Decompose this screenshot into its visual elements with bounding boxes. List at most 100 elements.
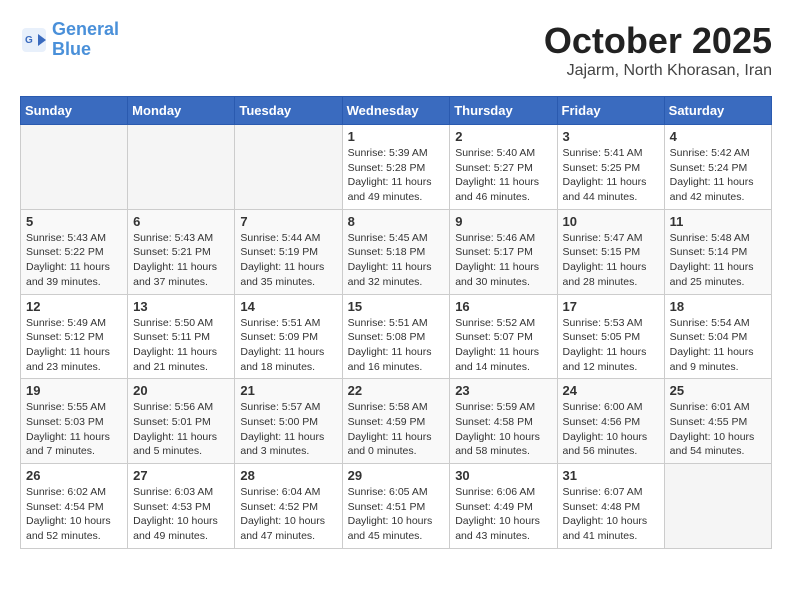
calendar-week-row: 1Sunrise: 5:39 AM Sunset: 5:28 PM Daylig… [21,125,772,210]
calendar-cell: 23 Sunrise: 5:59 AM Sunset: 4:58 PM Dayli… [450,379,557,464]
calendar-week-row: 5 Sunrise: 5:43 AM Sunset: 5:22 PM Daylig… [21,209,772,294]
calendar-cell [664,464,771,549]
calendar-cell [21,125,128,210]
day-info: Sunrise: 5:53 AM Sunset: 5:05 PM Dayligh… [563,316,659,375]
day-info: Sunrise: 6:01 AM Sunset: 4:55 PM Dayligh… [670,400,766,459]
day-number: 6 [133,214,229,229]
calendar-cell: 1Sunrise: 5:39 AM Sunset: 5:28 PM Daylig… [342,125,450,210]
day-number: 23 [455,383,551,398]
day-number: 5 [26,214,122,229]
calendar-cell: 7 Sunrise: 5:44 AM Sunset: 5:19 PM Daylig… [235,209,342,294]
day-number: 24 [563,383,659,398]
calendar-cell: 27 Sunrise: 6:03 AM Sunset: 4:53 PM Dayli… [128,464,235,549]
day-info: Sunrise: 5:49 AM Sunset: 5:12 PM Dayligh… [26,316,122,375]
day-info: Sunrise: 5:54 AM Sunset: 5:04 PM Dayligh… [670,316,766,375]
calendar-cell: 29 Sunrise: 6:05 AM Sunset: 4:51 PM Dayli… [342,464,450,549]
day-number: 31 [563,468,659,483]
day-number: 30 [455,468,551,483]
weekday-header-thursday: Thursday [450,97,557,125]
day-info: Sunrise: 5:55 AM Sunset: 5:03 PM Dayligh… [26,400,122,459]
day-number: 29 [348,468,445,483]
calendar-cell: 22Sunrise: 5:58 AM Sunset: 4:59 PM Dayli… [342,379,450,464]
calendar-cell: 10Sunrise: 5:47 AM Sunset: 5:15 PM Dayli… [557,209,664,294]
day-info: Sunrise: 6:02 AM Sunset: 4:54 PM Dayligh… [26,485,122,544]
calendar-cell [235,125,342,210]
weekday-header-wednesday: Wednesday [342,97,450,125]
day-number: 17 [563,299,659,314]
day-info: Sunrise: 6:05 AM Sunset: 4:51 PM Dayligh… [348,485,445,544]
day-info: Sunrise: 5:56 AM Sunset: 5:01 PM Dayligh… [133,400,229,459]
day-number: 18 [670,299,766,314]
calendar-cell: 4Sunrise: 5:42 AM Sunset: 5:24 PM Daylig… [664,125,771,210]
day-number: 14 [240,299,336,314]
calendar-cell: 24 Sunrise: 6:00 AM Sunset: 4:56 PM Dayli… [557,379,664,464]
calendar-cell: 28 Sunrise: 6:04 AM Sunset: 4:52 PM Dayli… [235,464,342,549]
title-block: October 2025 Jajarm, North Khorasan, Ira… [544,20,772,80]
day-info: Sunrise: 6:04 AM Sunset: 4:52 PM Dayligh… [240,485,336,544]
calendar-cell: 21 Sunrise: 5:57 AM Sunset: 5:00 PM Dayli… [235,379,342,464]
logo-icon: G [20,26,48,54]
day-info: Sunrise: 5:50 AM Sunset: 5:11 PM Dayligh… [133,316,229,375]
day-info: Sunrise: 5:52 AM Sunset: 5:07 PM Dayligh… [455,316,551,375]
day-number: 7 [240,214,336,229]
day-number: 3 [563,129,659,144]
weekday-header-row: SundayMondayTuesdayWednesdayThursdayFrid… [21,97,772,125]
weekday-header-saturday: Saturday [664,97,771,125]
day-info: Sunrise: 5:39 AM Sunset: 5:28 PM Dayligh… [348,146,445,205]
day-number: 8 [348,214,445,229]
day-number: 20 [133,383,229,398]
day-number: 10 [563,214,659,229]
month-title: October 2025 [544,20,772,62]
day-info: Sunrise: 5:51 AM Sunset: 5:08 PM Dayligh… [348,316,445,375]
calendar-cell: 31 Sunrise: 6:07 AM Sunset: 4:48 PM Dayli… [557,464,664,549]
day-number: 9 [455,214,551,229]
calendar-cell: 19 Sunrise: 5:55 AM Sunset: 5:03 PM Dayli… [21,379,128,464]
day-info: Sunrise: 6:00 AM Sunset: 4:56 PM Dayligh… [563,400,659,459]
day-number: 12 [26,299,122,314]
calendar-cell: 3 Sunrise: 5:41 AM Sunset: 5:25 PM Daylig… [557,125,664,210]
day-number: 19 [26,383,122,398]
location-title: Jajarm, North Khorasan, Iran [544,62,772,80]
page-header: G GeneralBlue October 2025 Jajarm, North… [20,20,772,80]
weekday-header-tuesday: Tuesday [235,97,342,125]
calendar-cell: 15 Sunrise: 5:51 AM Sunset: 5:08 PM Dayli… [342,294,450,379]
calendar-cell: 25 Sunrise: 6:01 AM Sunset: 4:55 PM Dayli… [664,379,771,464]
weekday-header-friday: Friday [557,97,664,125]
day-info: Sunrise: 5:40 AM Sunset: 5:27 PM Dayligh… [455,146,551,205]
day-number: 21 [240,383,336,398]
day-info: Sunrise: 5:42 AM Sunset: 5:24 PM Dayligh… [670,146,766,205]
day-info: Sunrise: 5:45 AM Sunset: 5:18 PM Dayligh… [348,231,445,290]
weekday-header-monday: Monday [128,97,235,125]
svg-text:G: G [25,35,33,46]
calendar-cell: 5 Sunrise: 5:43 AM Sunset: 5:22 PM Daylig… [21,209,128,294]
calendar-cell: 20 Sunrise: 5:56 AM Sunset: 5:01 PM Dayli… [128,379,235,464]
day-info: Sunrise: 5:43 AM Sunset: 5:22 PM Dayligh… [26,231,122,290]
day-info: Sunrise: 5:59 AM Sunset: 4:58 PM Dayligh… [455,400,551,459]
day-info: Sunrise: 5:46 AM Sunset: 5:17 PM Dayligh… [455,231,551,290]
calendar-week-row: 12 Sunrise: 5:49 AM Sunset: 5:12 PM Dayli… [21,294,772,379]
calendar-cell: 26 Sunrise: 6:02 AM Sunset: 4:54 PM Dayli… [21,464,128,549]
calendar-cell: 17 Sunrise: 5:53 AM Sunset: 5:05 PM Dayli… [557,294,664,379]
day-info: Sunrise: 5:44 AM Sunset: 5:19 PM Dayligh… [240,231,336,290]
day-number: 11 [670,214,766,229]
calendar-cell: 2Sunrise: 5:40 AM Sunset: 5:27 PM Daylig… [450,125,557,210]
calendar-table: SundayMondayTuesdayWednesdayThursdayFrid… [20,96,772,549]
day-number: 27 [133,468,229,483]
calendar-cell: 30 Sunrise: 6:06 AM Sunset: 4:49 PM Dayli… [450,464,557,549]
calendar-week-row: 19 Sunrise: 5:55 AM Sunset: 5:03 PM Dayli… [21,379,772,464]
day-number: 15 [348,299,445,314]
day-info: Sunrise: 6:07 AM Sunset: 4:48 PM Dayligh… [563,485,659,544]
day-number: 26 [26,468,122,483]
day-number: 28 [240,468,336,483]
day-info: Sunrise: 6:06 AM Sunset: 4:49 PM Dayligh… [455,485,551,544]
day-info: Sunrise: 5:41 AM Sunset: 5:25 PM Dayligh… [563,146,659,205]
day-info: Sunrise: 5:57 AM Sunset: 5:00 PM Dayligh… [240,400,336,459]
day-info: Sunrise: 6:03 AM Sunset: 4:53 PM Dayligh… [133,485,229,544]
calendar-cell: 14Sunrise: 5:51 AM Sunset: 5:09 PM Dayli… [235,294,342,379]
day-number: 25 [670,383,766,398]
calendar-cell: 9 Sunrise: 5:46 AM Sunset: 5:17 PM Daylig… [450,209,557,294]
day-info: Sunrise: 5:48 AM Sunset: 5:14 PM Dayligh… [670,231,766,290]
day-number: 22 [348,383,445,398]
calendar-cell: 8 Sunrise: 5:45 AM Sunset: 5:18 PM Daylig… [342,209,450,294]
weekday-header-sunday: Sunday [21,97,128,125]
